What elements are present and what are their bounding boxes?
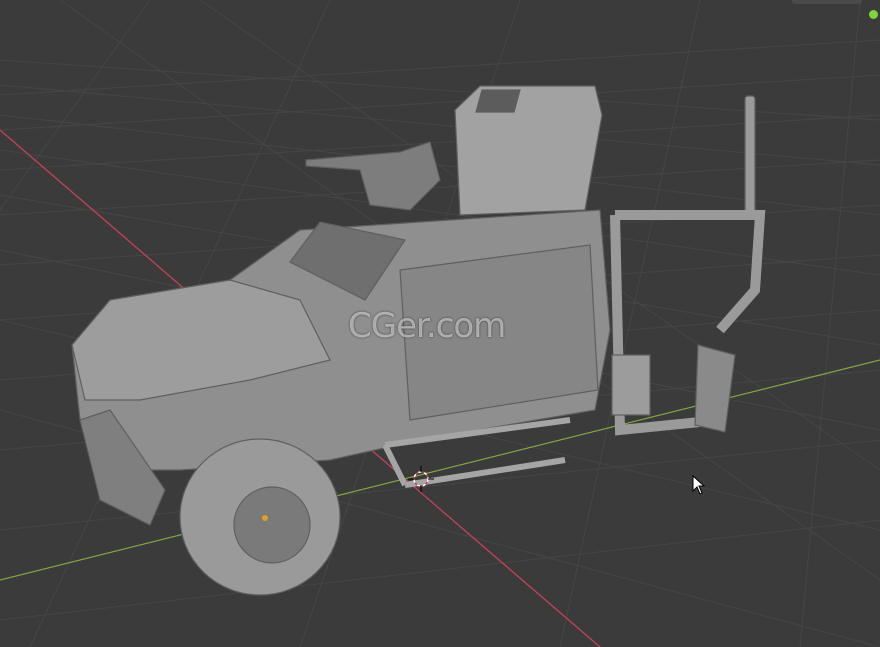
vehicle-antenna (744, 95, 756, 217)
vehicle-mudflap (694, 344, 736, 433)
mouse-pointer-icon (692, 475, 706, 495)
3d-viewport[interactable]: CGer.com (0, 0, 880, 647)
vehicle-suspension-spring (611, 354, 651, 416)
header-strip (792, 0, 862, 4)
vehicle-turret (454, 85, 603, 216)
turret-hatch (475, 89, 521, 113)
wheel-hub (233, 486, 311, 564)
watermark: CGer.com (348, 306, 506, 346)
wheel-center (262, 515, 268, 521)
status-dot-icon (869, 10, 878, 19)
